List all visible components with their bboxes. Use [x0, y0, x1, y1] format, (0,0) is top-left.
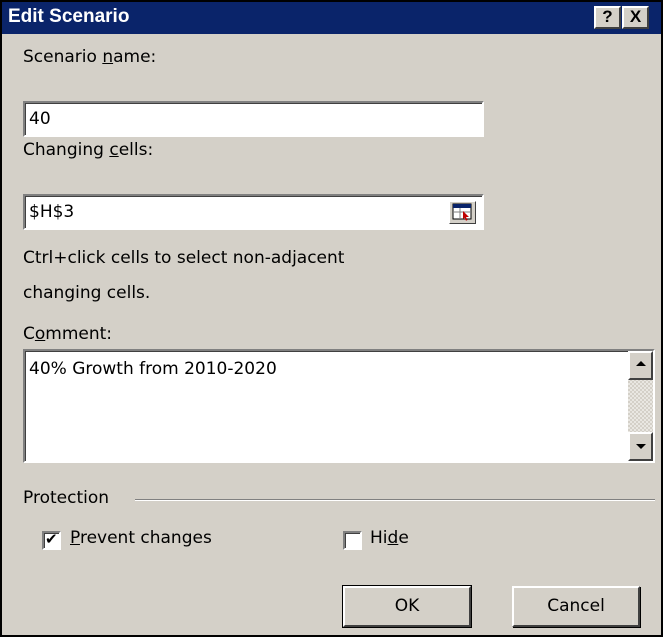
- arrow-up-icon: [636, 361, 646, 366]
- hide-label[interactable]: Hide: [370, 528, 409, 548]
- edit-scenario-dialog: Edit Scenario ? X Scenario name: 40 Chan…: [0, 0, 663, 637]
- comment-value: 40% Growth from 2010-2020: [29, 359, 277, 379]
- prevent-changes-checkbox[interactable]: ✔: [42, 530, 61, 550]
- changing-cells-input[interactable]: $H$3: [23, 194, 484, 230]
- scenario-name-input[interactable]: 40: [23, 101, 484, 137]
- cancel-button[interactable]: Cancel: [512, 586, 640, 627]
- checkmark-icon: ✔: [45, 530, 58, 548]
- comment-label: Comment:: [23, 324, 113, 344]
- scroll-up-button[interactable]: [628, 351, 653, 380]
- dialog-title: Edit Scenario: [8, 6, 130, 27]
- scenario-name-value: 40: [29, 109, 51, 129]
- arrow-down-icon: [636, 444, 646, 449]
- protection-divider: [135, 499, 655, 501]
- range-select-icon[interactable]: [449, 201, 476, 224]
- title-bar[interactable]: Edit Scenario ? X: [2, 2, 661, 34]
- prevent-changes-label[interactable]: Prevent changes: [70, 528, 212, 548]
- comment-scrollbar[interactable]: [628, 351, 653, 461]
- ok-button[interactable]: OK: [342, 585, 472, 628]
- close-button[interactable]: X: [622, 6, 649, 29]
- hint-line-1: Ctrl+click cells to select non-adjacent: [23, 248, 345, 268]
- hide-checkbox[interactable]: [343, 531, 362, 550]
- changing-cells-label: Changing cells:: [23, 140, 154, 160]
- comment-textarea[interactable]: 40% Growth from 2010-2020: [23, 349, 655, 463]
- scroll-down-button[interactable]: [628, 432, 653, 461]
- changing-cells-value: $H$3: [29, 202, 75, 222]
- scenario-name-label: Scenario name:: [23, 47, 157, 67]
- help-button[interactable]: ?: [594, 6, 621, 29]
- hint-line-2: changing cells.: [23, 283, 151, 303]
- protection-group-label: Protection: [23, 488, 110, 508]
